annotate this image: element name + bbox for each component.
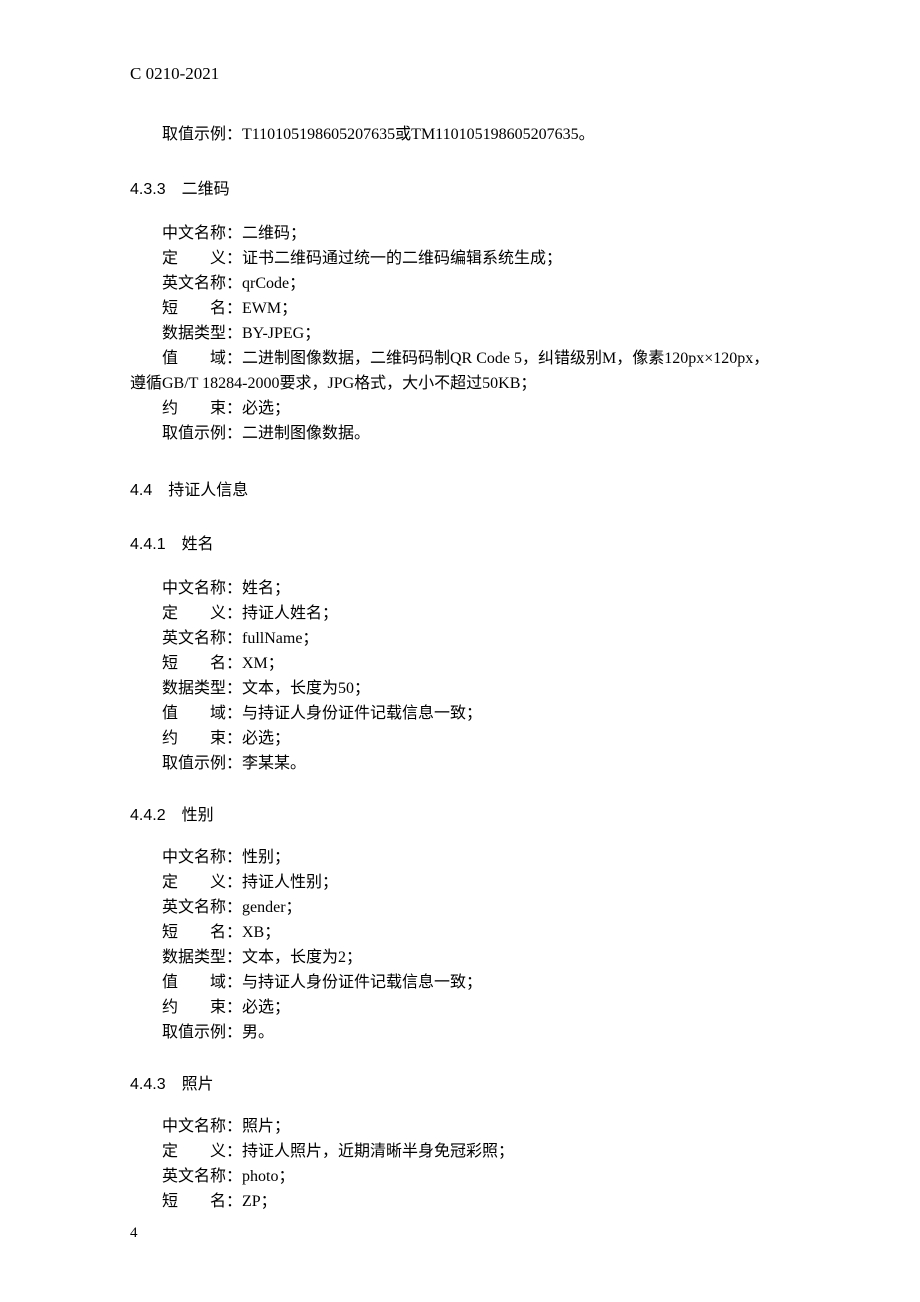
field-en-name: 英文名称：photo； bbox=[130, 1164, 790, 1189]
field-short-name: 短 名：XB； bbox=[130, 920, 790, 945]
definition-block-name: 中文名称：姓名； 定 义：持证人姓名； 英文名称：fullName； 短 名：X… bbox=[130, 576, 790, 776]
field-short-name: 短 名：XM； bbox=[130, 651, 790, 676]
definition-block-qrcode: 中文名称：二维码； 定 义：证书二维码通过统一的二维码编辑系统生成； 英文名称：… bbox=[130, 221, 790, 446]
field-value-domain: 值 域：与持证人身份证件记载信息一致； bbox=[130, 701, 790, 726]
field-en-name: 英文名称：fullName； bbox=[130, 626, 790, 651]
document-page: C 0210-2021 取值示例：T110105198605207635或TM1… bbox=[0, 0, 920, 1214]
field-cn-name: 中文名称：性别； bbox=[130, 845, 790, 870]
page-number: 4 bbox=[130, 1225, 138, 1242]
field-short-name: 短 名：EWM； bbox=[130, 296, 790, 321]
document-header-code: C 0210-2021 bbox=[130, 64, 790, 84]
definition-block-gender: 中文名称：性别； 定 义：持证人性别； 英文名称：gender； 短 名：XB；… bbox=[130, 845, 790, 1045]
field-definition: 定 义：持证人性别； bbox=[130, 870, 790, 895]
field-value-domain: 值 域：与持证人身份证件记载信息一致； bbox=[130, 970, 790, 995]
field-definition: 定 义：持证人照片，近期清晰半身免冠彩照； bbox=[130, 1139, 790, 1164]
field-cn-name: 中文名称：二维码； bbox=[130, 221, 790, 246]
heading-4-3-3: 4.3.3 二维码 bbox=[130, 175, 790, 199]
field-constraint: 约 束：必选； bbox=[130, 995, 790, 1020]
field-en-name: 英文名称：qrCode； bbox=[130, 271, 790, 296]
field-short-name: 短 名：ZP； bbox=[130, 1189, 790, 1214]
field-example: 取值示例：李某某。 bbox=[130, 751, 790, 776]
field-cn-name: 中文名称：姓名； bbox=[130, 576, 790, 601]
field-data-type: 数据类型：文本，长度为2； bbox=[130, 945, 790, 970]
field-cn-name: 中文名称：照片； bbox=[130, 1114, 790, 1139]
field-constraint: 约 束：必选； bbox=[130, 396, 790, 421]
heading-4-4-2: 4.4.2 性别 bbox=[130, 801, 790, 825]
field-value-domain-line2: 遵循GB/T 18284-2000要求，JPG格式，大小不超过50KB； bbox=[130, 371, 790, 396]
definition-block-photo: 中文名称：照片； 定 义：持证人照片，近期清晰半身免冠彩照； 英文名称：phot… bbox=[130, 1114, 790, 1214]
field-example: 取值示例：二进制图像数据。 bbox=[130, 421, 790, 446]
field-en-name: 英文名称：gender； bbox=[130, 895, 790, 920]
field-constraint: 约 束：必选； bbox=[130, 726, 790, 751]
heading-4-4: 4.4 持证人信息 bbox=[130, 476, 790, 500]
field-data-type: 数据类型：BY-JPEG； bbox=[130, 321, 790, 346]
field-example: 取值示例：男。 bbox=[130, 1020, 790, 1045]
heading-4-4-3: 4.4.3 照片 bbox=[130, 1070, 790, 1094]
field-value-domain-line1: 值 域：二进制图像数据，二维码码制QR Code 5，纠错级别M，像素120px… bbox=[130, 346, 790, 371]
field-definition: 定 义：持证人姓名； bbox=[130, 601, 790, 626]
field-definition: 定 义：证书二维码通过统一的二维码编辑系统生成； bbox=[130, 246, 790, 271]
heading-4-4-1: 4.4.1 姓名 bbox=[130, 530, 790, 554]
intro-example-line: 取值示例：T110105198605207635或TM1101051986052… bbox=[130, 122, 790, 147]
field-data-type: 数据类型：文本，长度为50； bbox=[130, 676, 790, 701]
